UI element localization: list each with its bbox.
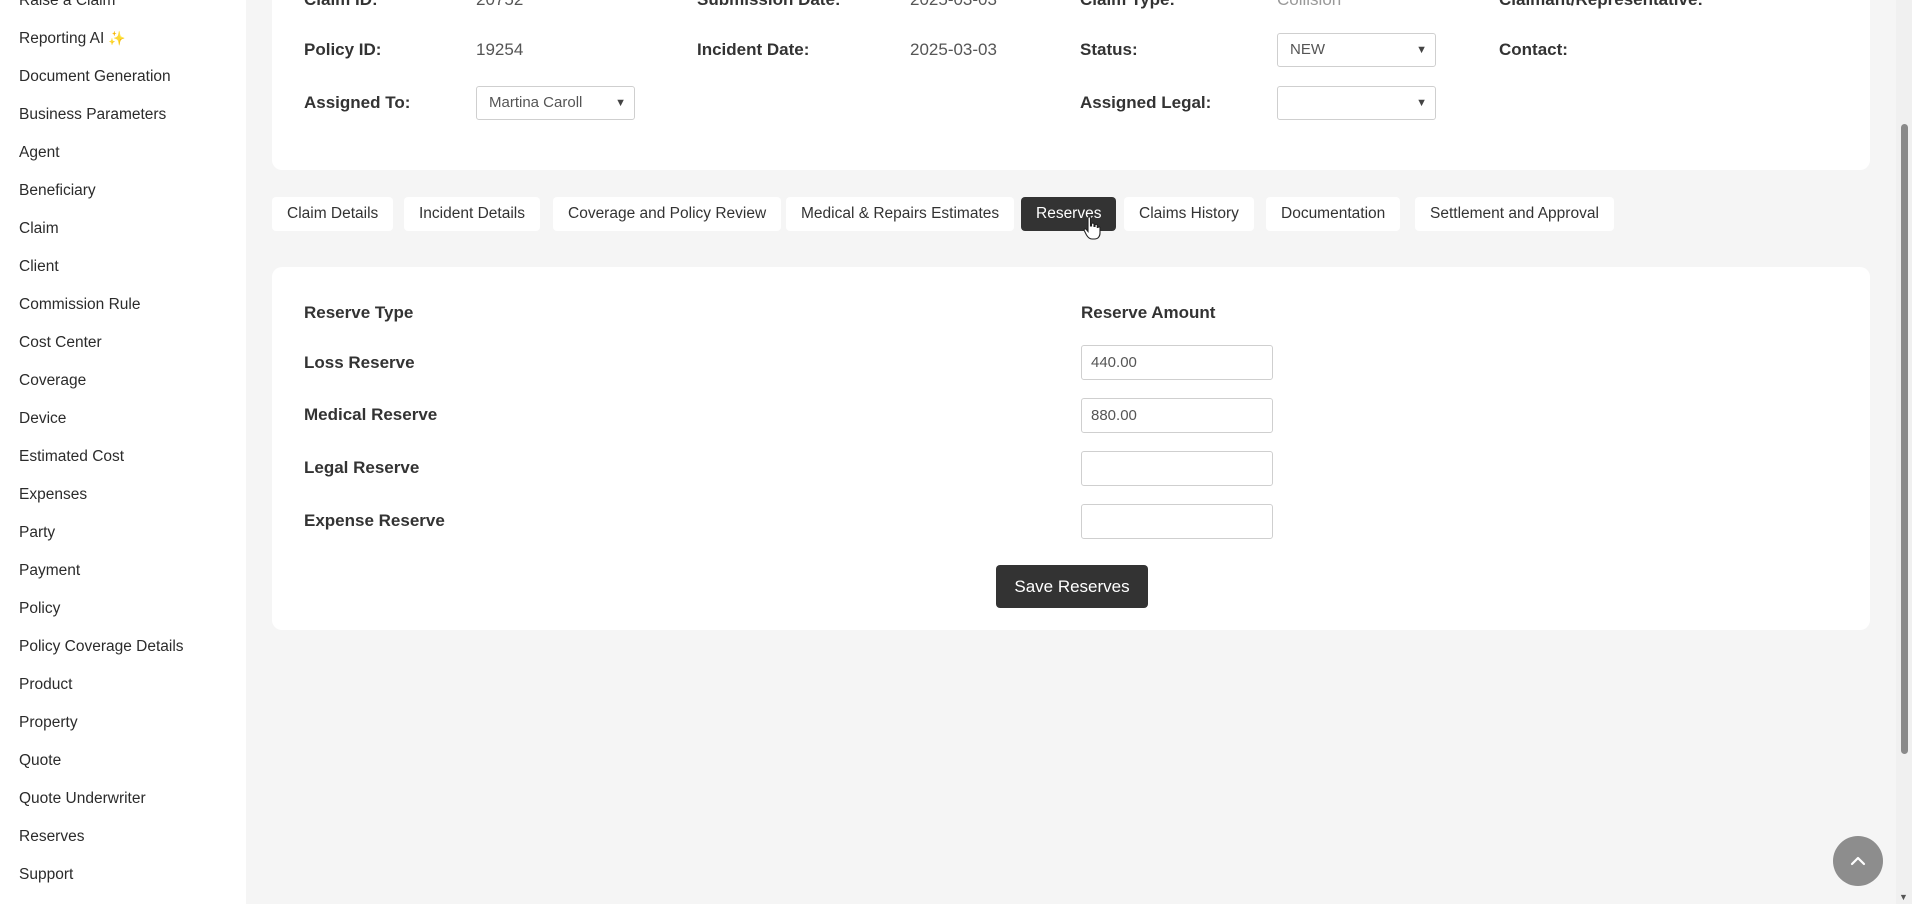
status-label: Status: <box>1080 40 1138 59</box>
submission-date-label: Submission Date: <box>697 0 841 10</box>
sidebar-item-coverage[interactable]: Coverage <box>19 372 86 390</box>
assigned-to-select-value: Martina Caroll <box>489 94 583 111</box>
tab-reserves[interactable]: Reserves <box>1021 197 1117 231</box>
claimant-label: Claimant/Representative: <box>1499 0 1703 10</box>
hand-cursor-icon <box>1083 216 1101 240</box>
tab-medical-repairs-estimates[interactable]: Medical & Repairs Estimates <box>786 197 1015 231</box>
reserve-type-header: Reserve Type <box>304 303 414 322</box>
sidebar-item-estimated-cost[interactable]: Estimated Cost <box>19 448 124 466</box>
contact-label: Contact: <box>1499 40 1568 59</box>
medical-reserve-input[interactable]: 880.00 <box>1081 398 1273 433</box>
sidebar-item-payment[interactable]: Payment <box>19 562 80 580</box>
chevron-down-icon: ▼ <box>615 97 626 109</box>
tab-claims-history[interactable]: Claims History <box>1124 197 1254 231</box>
sidebar-item-party[interactable]: Party <box>19 524 55 542</box>
sidebar-item-business-parameters[interactable]: Business Parameters <box>19 106 166 124</box>
sidebar-item-cost-center[interactable]: Cost Center <box>19 334 102 352</box>
tab-settlement-and-approval[interactable]: Settlement and Approval <box>1415 197 1614 231</box>
assigned-to-select[interactable]: Martina Caroll ▼ <box>476 86 635 120</box>
tab-claim-details[interactable]: Claim Details <box>272 197 394 231</box>
claim-header-card <box>272 0 1870 170</box>
sidebar: Raise a Claim Reporting AI ✨ Document Gen… <box>0 0 246 904</box>
sidebar-item-quote-underwriter[interactable]: Quote Underwriter <box>19 790 146 808</box>
claim-id-value: 20752 <box>476 0 523 10</box>
sidebar-item-policy[interactable]: Policy <box>19 600 60 618</box>
sidebar-item-support[interactable]: Support <box>19 866 73 884</box>
sidebar-item-reserves[interactable]: Reserves <box>19 828 84 846</box>
scroll-to-top-button[interactable] <box>1833 836 1883 886</box>
chevron-down-icon: ▼ <box>1416 44 1427 56</box>
reserve-amount-header: Reserve Amount <box>1081 303 1216 322</box>
assigned-to-label: Assigned To: <box>304 93 411 112</box>
sparkle-icon: ✨ <box>108 30 126 46</box>
sidebar-item-client[interactable]: Client <box>19 258 59 276</box>
policy-id-label: Policy ID: <box>304 40 382 59</box>
tab-incident-details[interactable]: Incident Details <box>404 197 540 231</box>
loss-reserve-input[interactable]: 440.00 <box>1081 345 1273 380</box>
chevron-down-icon: ▼ <box>1416 97 1427 109</box>
sidebar-item-agent[interactable]: Agent <box>19 144 60 162</box>
loss-reserve-label: Loss Reserve <box>304 353 415 372</box>
legal-reserve-label: Legal Reserve <box>304 458 420 477</box>
sidebar-item-device[interactable]: Device <box>19 410 66 428</box>
sidebar-item-reporting-ai[interactable]: Reporting AI ✨ <box>19 30 126 48</box>
submission-date-value: 2025-03-03 <box>910 0 997 10</box>
main-content: Claim ID: 20752 Submission Date: 2025-03… <box>246 0 1896 904</box>
sidebar-item-claim[interactable]: Claim <box>19 220 59 238</box>
incident-date-label: Incident Date: <box>697 40 810 59</box>
sidebar-item-beneficiary[interactable]: Beneficiary <box>19 182 96 200</box>
sidebar-item-policy-coverage-details[interactable]: Policy Coverage Details <box>19 638 184 656</box>
status-select[interactable]: NEW ▼ <box>1277 33 1436 67</box>
claim-type-label: Claim Type: <box>1080 0 1175 10</box>
scrollbar-thumb[interactable] <box>1901 124 1908 754</box>
sidebar-item-document-generation[interactable]: Document Generation <box>19 68 171 86</box>
incident-date-value: 2025-03-03 <box>910 40 997 59</box>
sidebar-item-property[interactable]: Property <box>19 714 78 732</box>
scroll-down-arrow-icon[interactable]: ▼ <box>1899 892 1908 902</box>
assigned-legal-label: Assigned Legal: <box>1080 93 1212 112</box>
legal-reserve-input[interactable] <box>1081 451 1273 486</box>
expense-reserve-label: Expense Reserve <box>304 511 445 530</box>
status-select-value: NEW <box>1290 41 1325 58</box>
expense-reserve-input[interactable] <box>1081 504 1273 539</box>
tab-coverage-and-policy-review[interactable]: Coverage and Policy Review <box>553 197 782 231</box>
chevron-up-icon <box>1850 856 1866 866</box>
tab-documentation[interactable]: Documentation <box>1266 197 1401 231</box>
assigned-legal-select[interactable]: ▼ <box>1277 86 1436 120</box>
sidebar-item-raise-a-claim[interactable]: Raise a Claim <box>19 0 115 10</box>
policy-id-value: 19254 <box>476 40 524 59</box>
sidebar-item-commission-rule[interactable]: Commission Rule <box>19 296 140 314</box>
medical-reserve-label: Medical Reserve <box>304 405 438 424</box>
sidebar-item-expenses[interactable]: Expenses <box>19 486 87 504</box>
page-scrollbar[interactable]: ▼ <box>1896 0 1912 904</box>
claim-type-value: Collision <box>1277 0 1341 10</box>
sidebar-item-quote[interactable]: Quote <box>19 752 61 770</box>
save-reserves-button[interactable]: Save Reserves <box>996 565 1148 608</box>
claim-id-label: Claim ID: <box>304 0 378 10</box>
sidebar-item-label: Reporting AI <box>19 30 105 47</box>
sidebar-item-product[interactable]: Product <box>19 676 72 694</box>
